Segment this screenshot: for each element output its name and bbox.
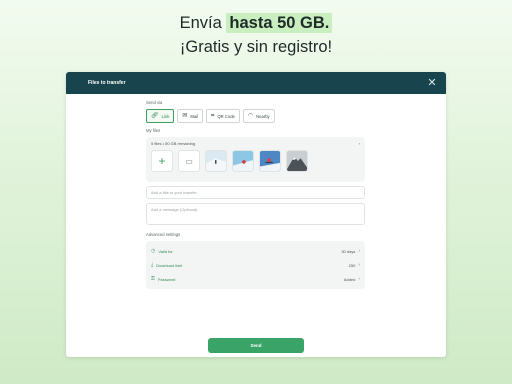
clock-icon: ◷ bbox=[151, 248, 156, 254]
mountain-image bbox=[287, 151, 307, 171]
transfer-form: Send via 🔗︎ Link ✉ Mail ⌗ QR Code ◠ Near… bbox=[146, 100, 365, 289]
send-button[interactable]: Send bbox=[208, 338, 304, 353]
setting-password[interactable]: ⚿ Password Added › bbox=[151, 272, 360, 286]
setting-password-value: Added bbox=[343, 276, 356, 282]
promo-line-2: ¡Gratis y sin registro! bbox=[179, 38, 333, 56]
window-titlebar: Files to transfer ✕ bbox=[66, 72, 446, 94]
link-icon: 🔗︎ bbox=[151, 113, 159, 119]
promo-line-1: Envía hasta 50 GB. bbox=[0, 11, 512, 35]
promo-line-1-prefix: Envía bbox=[179, 14, 222, 32]
send-method-nearby-label: Nearby bbox=[256, 113, 270, 119]
send-method-mail-label: Mail bbox=[190, 113, 199, 119]
files-remaining: 50 GB remaining bbox=[165, 141, 196, 146]
setting-download-limit-label: Download limit bbox=[156, 262, 183, 268]
file-thumbnail[interactable] bbox=[232, 150, 254, 172]
folder-icon: ▭ bbox=[185, 156, 193, 166]
skier-jump-image bbox=[260, 151, 280, 171]
qr-icon: ⌗ bbox=[211, 113, 215, 119]
send-method-qr[interactable]: ⌗ QR Code bbox=[206, 109, 240, 123]
snow-slope-image bbox=[206, 151, 226, 171]
send-method-link-label: Link bbox=[161, 113, 170, 119]
setting-password-right: Added › bbox=[344, 276, 360, 282]
advanced-settings-label: Advanced settings bbox=[146, 232, 181, 237]
chevron-right-icon: › bbox=[358, 276, 360, 282]
chevron-right-icon: › bbox=[358, 248, 360, 254]
transfer-title-placeholder: Add a title to your transfer bbox=[151, 190, 197, 195]
files-card[interactable]: 5 files • 50 GB remaining › + ▭ bbox=[146, 137, 365, 182]
send-method-qr-label: QR Code bbox=[217, 113, 235, 119]
promo-line-1-highlight: hasta 50 GB. bbox=[226, 13, 333, 33]
file-thumbnail[interactable] bbox=[259, 150, 281, 172]
setting-valid-for-value: 30 days bbox=[341, 248, 356, 254]
skier-sky-image bbox=[233, 151, 253, 171]
promo-headline: Envía hasta 50 GB. ¡Gratis y sin registr… bbox=[0, 11, 512, 59]
setting-download-limit-right: 250 › bbox=[349, 262, 360, 268]
transfer-window: Files to transfer ✕ Send via 🔗︎ Link ✉ M… bbox=[66, 72, 446, 357]
setting-password-label: Password bbox=[157, 276, 176, 282]
advanced-settings-card: ◷ Valid for 30 days › ⤓ Download limit 2… bbox=[146, 241, 365, 289]
mail-icon: ✉ bbox=[182, 113, 188, 119]
add-folder-button[interactable]: ▭ bbox=[178, 150, 200, 172]
close-icon[interactable]: ✕ bbox=[426, 77, 438, 89]
chevron-right-icon: › bbox=[358, 262, 360, 268]
send-method-nearby[interactable]: ◠ Nearby bbox=[242, 109, 275, 123]
add-file-button[interactable]: + bbox=[151, 150, 173, 172]
setting-valid-for-left: ◷ Valid for bbox=[151, 248, 173, 254]
setting-valid-for-label: Valid for bbox=[158, 248, 173, 254]
transfer-title-input[interactable]: Add a title to your transfer bbox=[146, 186, 365, 199]
wifi-icon: ◠ bbox=[247, 113, 254, 119]
files-count: 5 files bbox=[151, 141, 162, 146]
window-title: Files to transfer bbox=[88, 80, 126, 86]
files-summary-text: 5 files • 50 GB remaining bbox=[151, 141, 195, 146]
setting-password-left: ⚿ Password bbox=[151, 276, 175, 282]
my-files-label: My files bbox=[146, 128, 161, 133]
file-thumbnail[interactable] bbox=[205, 150, 227, 172]
setting-valid-for-right: 30 days › bbox=[341, 248, 360, 254]
files-summary: 5 files • 50 GB remaining › bbox=[151, 141, 360, 146]
key-icon: ⚿ bbox=[151, 276, 155, 282]
setting-download-limit[interactable]: ⤓ Download limit 250 › bbox=[151, 258, 360, 272]
setting-download-limit-value: 250 bbox=[348, 262, 356, 268]
transfer-message-input[interactable]: Add a message (Optional) bbox=[146, 203, 365, 225]
file-thumbnails: + ▭ bbox=[151, 150, 360, 172]
setting-download-limit-left: ⤓ Download limit bbox=[151, 262, 182, 268]
send-method-link[interactable]: 🔗︎ Link bbox=[146, 109, 175, 123]
plus-icon: + bbox=[158, 154, 166, 168]
send-method-mail[interactable]: ✉ Mail bbox=[177, 109, 204, 123]
send-method-group: 🔗︎ Link ✉ Mail ⌗ QR Code ◠ Nearby bbox=[146, 109, 365, 123]
send-via-label: Send via bbox=[146, 100, 163, 105]
download-icon: ⤓ bbox=[151, 262, 154, 268]
chevron-right-icon[interactable]: › bbox=[359, 141, 360, 146]
transfer-message-placeholder: Add a message (Optional) bbox=[151, 207, 198, 212]
setting-valid-for[interactable]: ◷ Valid for 30 days › bbox=[151, 244, 360, 258]
file-thumbnail[interactable] bbox=[286, 150, 308, 172]
